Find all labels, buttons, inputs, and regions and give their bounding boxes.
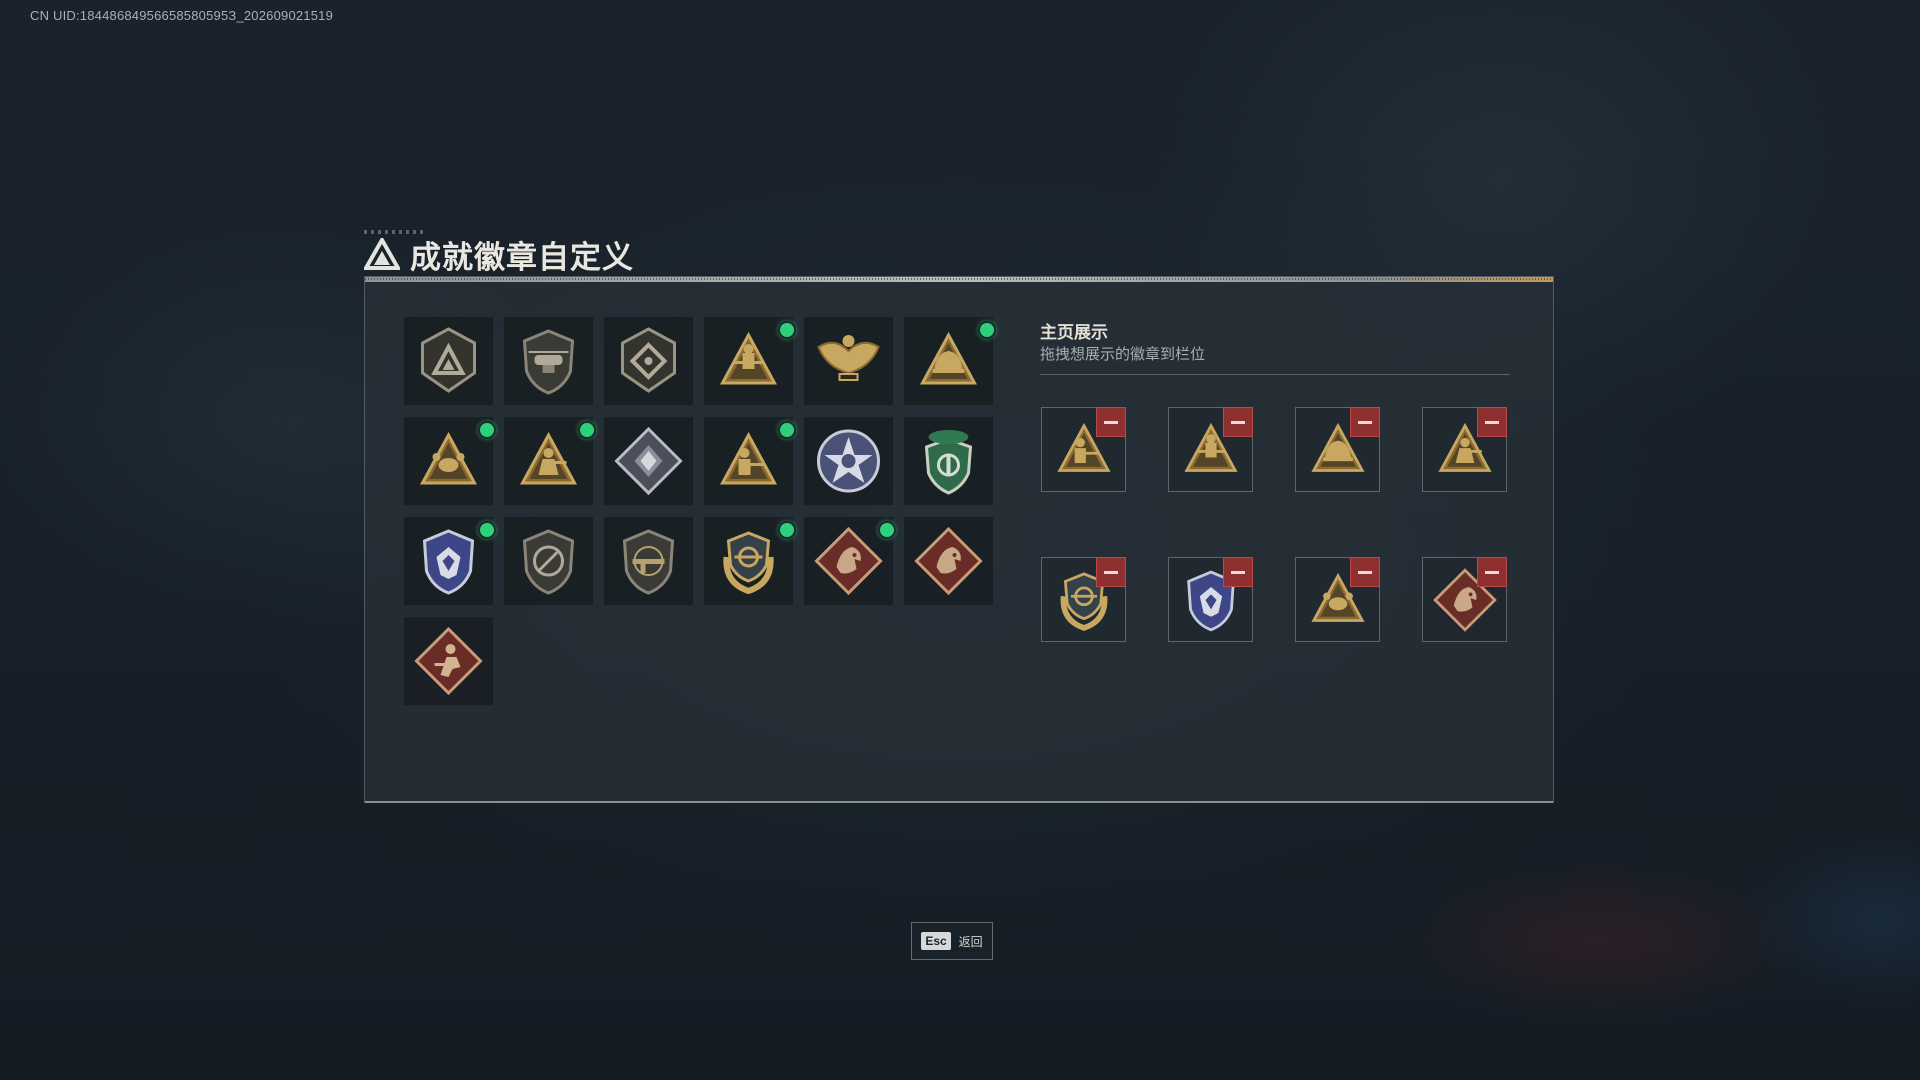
- badge-collection-grid: [404, 317, 996, 717]
- back-button[interactable]: Esc 返回: [911, 922, 993, 960]
- new-indicator-dot: [478, 521, 496, 539]
- new-indicator-dot: [778, 421, 796, 439]
- remove-badge-button[interactable]: [1477, 557, 1507, 587]
- badge-slot[interactable]: [804, 417, 893, 505]
- showcase-slot[interactable]: [1041, 407, 1126, 492]
- showcase-slot[interactable]: [1422, 557, 1507, 642]
- badge-slot[interactable]: [904, 517, 993, 605]
- showcase-slot[interactable]: [1295, 557, 1380, 642]
- new-indicator-dot: [978, 321, 996, 339]
- remove-badge-button[interactable]: [1096, 557, 1126, 587]
- badge-slot[interactable]: [404, 617, 493, 705]
- uid-text: CN UID:18448684956658580595З_20260902151…: [30, 8, 334, 23]
- badge-customize-panel: 主页展示 拖拽想展示的徽章到栏位: [364, 276, 1554, 803]
- page-header: 成就徽章自定义: [364, 232, 634, 276]
- delta-triangle-logo-icon: [364, 238, 400, 270]
- showcase-slot[interactable]: [1168, 407, 1253, 492]
- badge-slot[interactable]: [604, 417, 693, 505]
- new-indicator-dot: [578, 421, 596, 439]
- badge-slot[interactable]: [704, 517, 796, 605]
- showcase-title: 主页展示: [1040, 323, 1108, 342]
- badge-slot[interactable]: [604, 317, 693, 405]
- green-beret-shield-badge-icon: [924, 430, 973, 495]
- remove-badge-button[interactable]: [1096, 407, 1126, 437]
- page-title: 成就徽章自定义: [410, 239, 634, 275]
- remove-badge-button[interactable]: [1350, 557, 1380, 587]
- remove-badge-button[interactable]: [1223, 407, 1253, 437]
- red-dragon-diamond-badge-icon: [914, 526, 983, 596]
- badge-slot[interactable]: [804, 517, 896, 605]
- showcase-slot[interactable]: [1168, 557, 1253, 642]
- new-indicator-dot: [778, 321, 796, 339]
- remove-badge-button[interactable]: [1350, 407, 1380, 437]
- remove-badge-button[interactable]: [1223, 557, 1253, 587]
- showcase-slot[interactable]: [1041, 557, 1126, 642]
- showcase-subtitle: 拖拽想展示的徽章到栏位: [1040, 346, 1206, 363]
- badge-slot[interactable]: [804, 317, 893, 405]
- red-soldier-diamond-badge-icon: [414, 626, 483, 696]
- badge-slot[interactable]: [704, 417, 796, 505]
- panel-top-bar: [365, 277, 1553, 282]
- badge-slot[interactable]: [504, 417, 596, 505]
- gold-eagle-badge-icon: [817, 335, 880, 381]
- rifle-shield-badge-icon: [622, 529, 675, 595]
- delta-shield-badge-icon: [421, 327, 476, 393]
- badge-slot[interactable]: [904, 417, 993, 505]
- helicopter-shield-badge-icon: [522, 329, 575, 395]
- badge-slot[interactable]: [404, 317, 493, 405]
- star-skull-badge-icon: [817, 429, 880, 493]
- showcase-slot[interactable]: [1295, 407, 1380, 492]
- esc-key-icon: Esc: [921, 932, 951, 950]
- badge-slot[interactable]: [404, 417, 496, 505]
- showcase-divider: [1040, 374, 1510, 375]
- badge-slot[interactable]: [504, 317, 593, 405]
- showcase-slot[interactable]: [1422, 407, 1507, 492]
- no-rifle-shield-badge-icon: [522, 529, 575, 595]
- new-indicator-dot: [478, 421, 496, 439]
- badge-slot[interactable]: [504, 517, 593, 605]
- badge-slot[interactable]: [704, 317, 796, 405]
- badge-slot[interactable]: [604, 517, 693, 605]
- new-indicator-dot: [778, 521, 796, 539]
- panel-bottom-line: [365, 801, 1553, 803]
- badge-slot[interactable]: [904, 317, 996, 405]
- badge-slot[interactable]: [404, 517, 496, 605]
- new-indicator-dot: [878, 521, 896, 539]
- back-label: 返回: [958, 934, 983, 949]
- silver-diamond-badge-icon: [614, 426, 683, 496]
- remove-badge-button[interactable]: [1477, 407, 1507, 437]
- chevron-shield-badge-icon: [621, 327, 676, 393]
